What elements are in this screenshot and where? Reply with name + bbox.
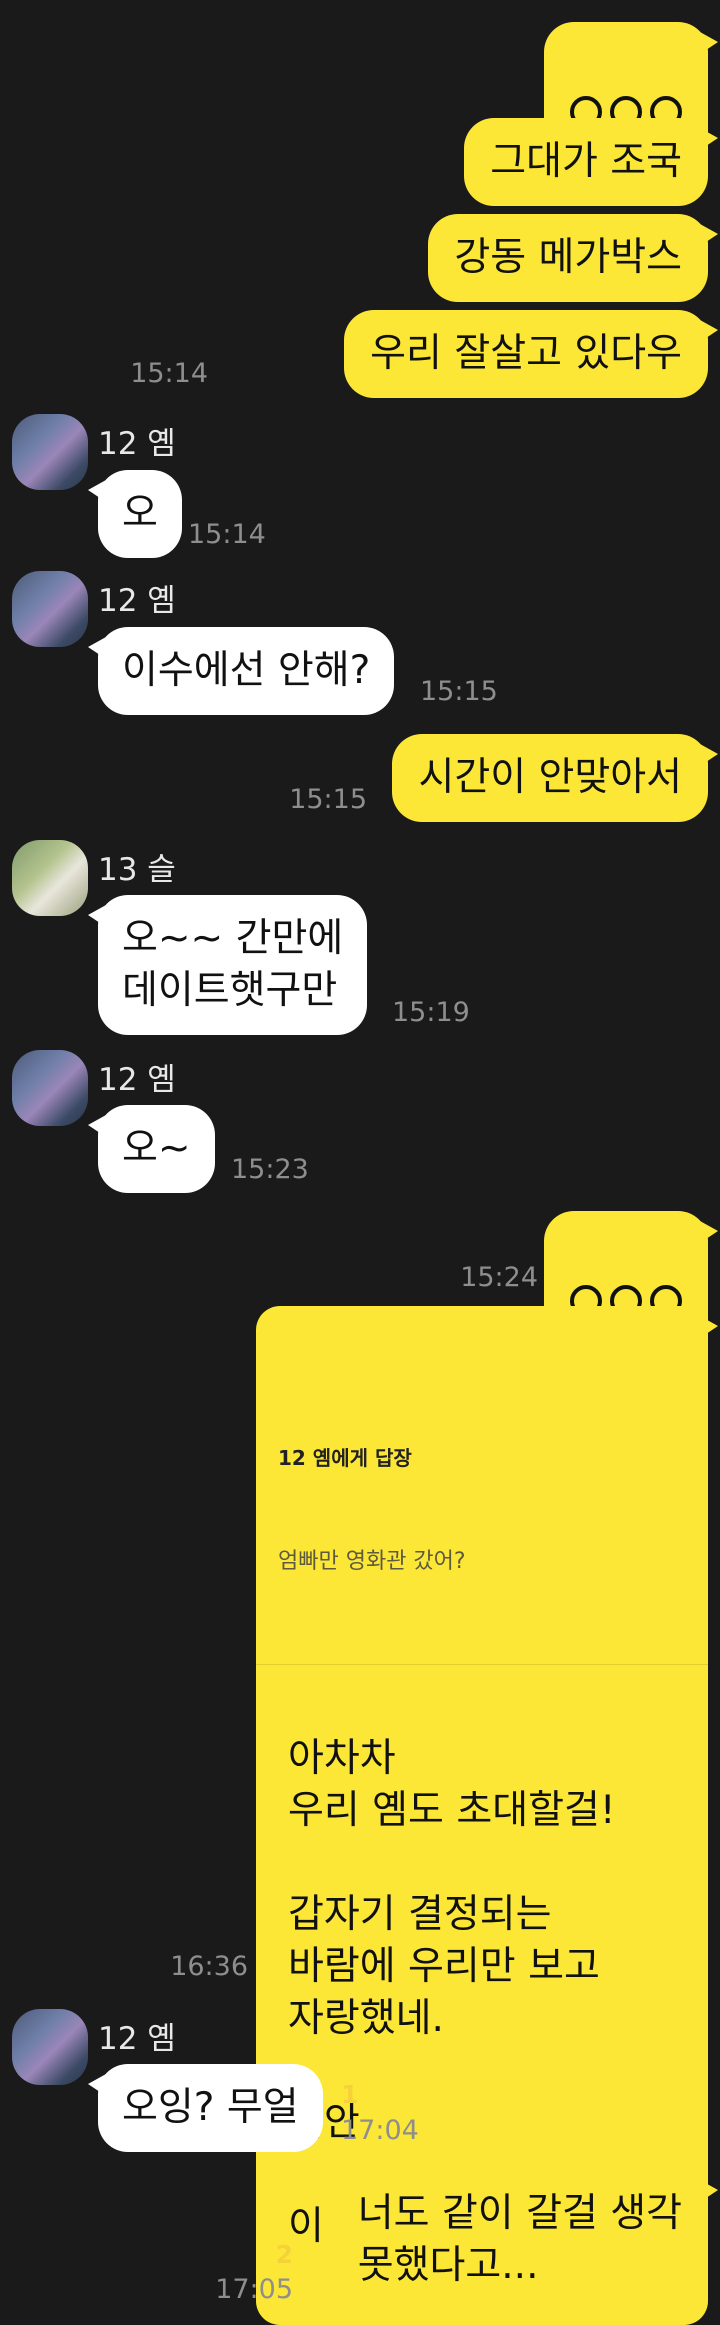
sender-name: 12 옘 xyxy=(98,426,176,462)
reply-preview: 엄빠만 영화관 갔어? xyxy=(278,1549,466,1574)
my-message-bubble[interactable]: 시간이 안맞아서 xyxy=(392,734,718,822)
avatar[interactable] xyxy=(12,414,88,490)
avatar[interactable] xyxy=(12,840,88,916)
my-message-bubble[interactable]: 우리 잘살고 있다우 xyxy=(344,310,718,398)
reply-target: 12 옘에게 답장 xyxy=(278,1446,412,1470)
unread-count: 1 xyxy=(341,2080,359,2109)
message-time: 15:14 xyxy=(130,358,208,389)
my-message-bubble[interactable]: 그대가 조국 xyxy=(464,118,718,206)
message-time: 15:14 xyxy=(188,519,266,550)
avatar[interactable] xyxy=(12,2009,88,2085)
message-time: 15:15 xyxy=(289,784,367,815)
other-message-bubble[interactable]: 오~ xyxy=(88,1105,215,1193)
sender-name: 12 옘 xyxy=(98,583,176,619)
message-time: 17:05 xyxy=(215,2274,293,2305)
message-time: 16:36 xyxy=(170,1951,248,1982)
sender-name: 12 옘 xyxy=(98,1062,176,1098)
avatar[interactable] xyxy=(12,571,88,647)
message-time: 15:15 xyxy=(420,676,498,707)
message-time: 15:19 xyxy=(392,997,470,1028)
message-time: 15:23 xyxy=(231,1154,309,1185)
other-message-bubble[interactable]: 오 xyxy=(88,470,182,558)
message-time: 17:04 xyxy=(341,2115,419,2146)
reply-header[interactable]: 12 옘에게 답장 엄빠만 영화관 갔어? xyxy=(256,1358,708,1665)
other-message-bubble[interactable]: 오~~ 간만에 데이트햇구만 xyxy=(87,895,368,1035)
avatar[interactable] xyxy=(12,1050,88,1126)
message-time: 15:24 xyxy=(460,1262,538,1293)
sender-name: 13 슬 xyxy=(98,852,176,888)
my-message-bubble[interactable]: 너도 같이 갈걸 생각 못했다고... xyxy=(331,2170,719,2310)
other-message-bubble[interactable]: 오잉? 무얼 xyxy=(88,2064,323,2152)
other-message-bubble[interactable]: 이수에선 안해? xyxy=(87,627,395,715)
sender-name: 12 옘 xyxy=(98,2021,176,2057)
my-message-bubble[interactable]: 강동 메가박스 xyxy=(428,214,718,302)
unread-count: 2 xyxy=(275,2240,293,2269)
